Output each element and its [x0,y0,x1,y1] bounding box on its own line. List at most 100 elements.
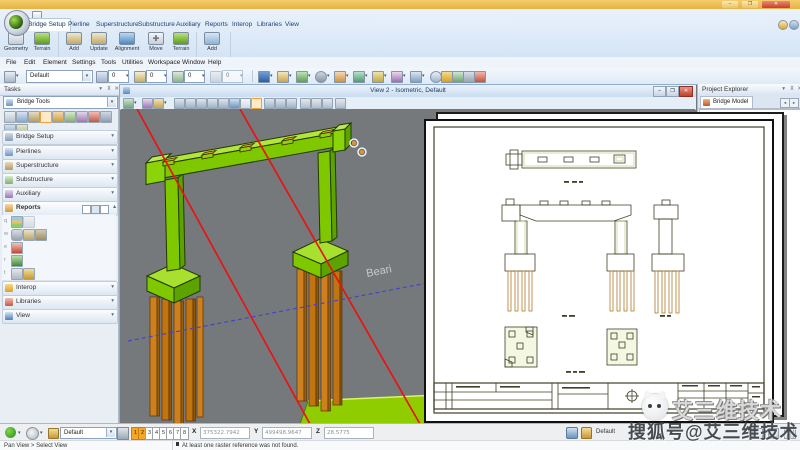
menu-element[interactable]: Element [41,58,69,67]
menu-help[interactable]: Help [206,58,223,67]
view-grid-icon[interactable] [82,205,91,214]
copy-view-icon[interactable] [300,98,311,109]
report-row-q[interactable]: q [2,215,116,229]
view-rotation-active-icon[interactable] [251,98,262,109]
alignment-button[interactable]: Alignment [112,32,142,56]
raster-caret-icon[interactable]: ▾ [308,73,311,79]
details-icon[interactable] [410,71,422,83]
ribbon-tab-auxiliary[interactable]: Auxiliary [172,19,205,31]
section-pierlines[interactable]: Pierlines▾ [2,145,118,160]
accusnap-toggle-icon[interactable] [5,427,16,438]
report-row-r[interactable]: r [2,254,116,268]
view-details-icon[interactable] [100,205,109,214]
chevron-down-icon[interactable]: ▾ [111,174,114,185]
chevron-down-icon[interactable]: ▾ [111,282,114,293]
collapse-icon[interactable]: ▴ [113,202,116,213]
window-area-icon[interactable] [207,98,218,109]
element-selection-icon[interactable] [4,111,16,123]
move-bridge-button[interactable]: ✛ Move [144,32,168,56]
line-weight-icon[interactable] [210,71,222,83]
section-auxiliary[interactable]: Auxiliary▾ [2,187,118,202]
saved-view-icon[interactable] [335,98,346,109]
terrain-bridge-button[interactable]: Terrain [169,32,193,56]
view-brightness-icon[interactable] [153,98,164,109]
add-bridge-button[interactable]: Add [62,32,86,56]
place-deck-icon[interactable] [76,111,88,123]
active-element-template-icon[interactable] [4,71,16,83]
details-caret-icon[interactable]: ▾ [422,73,425,79]
section-superstructure[interactable]: Superstructure▾ [2,159,118,174]
chevron-down-icon[interactable]: ▾ [111,146,114,157]
view-restore-icon[interactable]: ❐ [666,86,679,97]
saved-views-caret-icon[interactable]: ▾ [346,73,349,79]
status-indicator-icon[interactable] [752,428,763,439]
y-coordinate-field[interactable]: 499498.9647 [262,427,312,439]
place-abutment-icon[interactable] [52,111,64,123]
level-caret-icon[interactable]: ▾ [126,73,129,79]
active-color-icon[interactable] [134,71,146,83]
menu-window[interactable]: Window [180,58,207,67]
view-next-icon[interactable] [286,98,297,109]
panel-menu-caret-icon[interactable]: ▾ [99,84,102,95]
rotate-view-icon[interactable] [229,98,240,109]
selection-mode-icon[interactable] [566,427,578,439]
section-reports[interactable]: Reports ▴ [2,201,118,216]
walk-icon[interactable] [264,98,275,109]
section-substructure[interactable]: Substructure▾ [2,173,118,188]
view-close-icon[interactable]: ✕ [679,86,693,97]
section-bridge-setup[interactable]: Bridge Setup▾ [2,130,118,145]
report-row-t[interactable]: t [2,267,116,281]
add-unit-button[interactable]: Add [200,32,224,56]
minimize-button[interactable]: – [722,1,738,8]
pan-view-icon[interactable] [240,98,251,109]
menu-settings[interactable]: Settings [70,58,98,67]
zoom-out-icon[interactable] [196,98,207,109]
raster-manager-icon[interactable] [296,71,308,83]
snap-mode-caret-icon[interactable]: ▾ [40,430,43,436]
fit-view-icon[interactable] [218,98,229,109]
chevron-down-icon[interactable]: ▾ [111,188,114,199]
combo-caret-icon[interactable]: ▾ [106,428,115,437]
restore-button[interactable]: ❐ [742,1,758,8]
accusnap-caret-icon[interactable]: ▾ [18,430,21,436]
tab-scroll-right-icon[interactable]: ▸ [789,98,799,108]
saved-views-icon[interactable] [334,71,346,83]
menu-utilities[interactable]: Utilities [120,58,145,67]
place-bridge-icon[interactable] [16,111,28,123]
menu-tools[interactable]: Tools [99,58,118,67]
pile-group-left[interactable] [150,297,203,424]
locks-icon[interactable] [48,428,59,439]
drawing-sheet-overlay[interactable] [424,112,784,423]
pier-column-right[interactable] [318,147,337,243]
template-caret-icon[interactable]: ▾ [16,73,19,79]
active-locks-icon[interactable] [581,427,592,439]
selection-set-combo[interactable]: Default▾ [60,427,117,439]
chevron-down-icon[interactable]: ▾ [111,296,114,307]
report-row-w[interactable]: w [2,228,116,242]
auxiliary-coordinates-icon[interactable] [372,71,384,83]
view-previous-icon[interactable] [275,98,286,109]
section-view[interactable]: View▾ [2,309,118,324]
ribbon-options-icon[interactable] [789,20,799,30]
snap-mode-icon[interactable] [26,427,39,440]
active-view-group-icon[interactable] [117,427,129,440]
view-adjust-icon[interactable] [142,98,153,109]
models-caret-icon[interactable]: ▾ [270,73,273,79]
report-row-e[interactable]: e [2,241,116,255]
menu-edit[interactable]: Edit [22,58,37,67]
cells-caret-icon[interactable]: ▾ [365,73,368,79]
delete-element-icon[interactable] [474,71,486,83]
active-style-combo[interactable]: Default▾ [26,70,93,83]
display-mode-caret-icon[interactable]: ▾ [134,100,137,106]
chevron-down-icon[interactable]: ▾ [111,310,114,321]
markups-caret-icon[interactable]: ▾ [403,73,406,79]
view-minimize-icon[interactable]: – [653,86,666,97]
models-icon[interactable] [258,71,270,83]
point-clouds-icon[interactable] [315,71,327,83]
bridge-reports-icon[interactable] [100,111,112,123]
section-libraries[interactable]: Libraries▾ [2,295,118,310]
dialog-toggle-icon[interactable] [768,428,779,439]
pier-column-left[interactable] [165,174,185,272]
place-pier-icon[interactable] [28,111,40,123]
delete-bridge-icon[interactable] [88,111,100,123]
